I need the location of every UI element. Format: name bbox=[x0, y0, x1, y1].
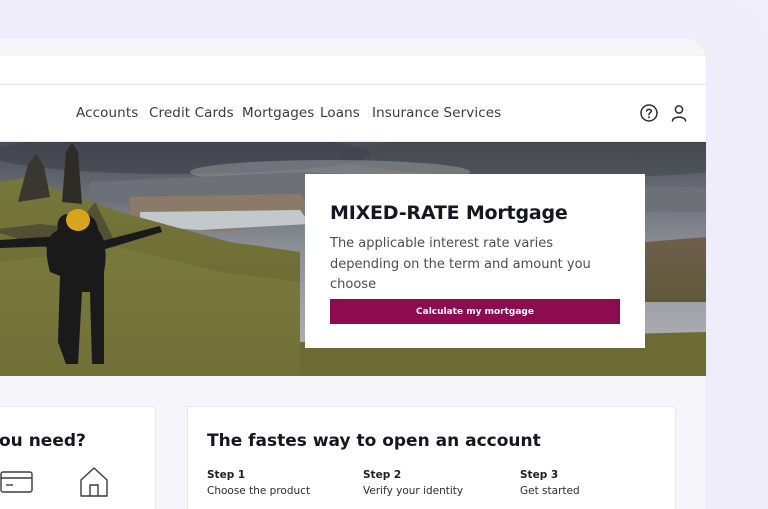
hero-banner: MIXED-RATE Mortgage The applicable inter… bbox=[0, 142, 706, 376]
user-icon[interactable] bbox=[669, 103, 689, 123]
browser-window: Accounts Credit Cards Mortgages Loans In… bbox=[0, 38, 706, 509]
step-2-label: Step 2 bbox=[363, 469, 402, 481]
nav-item-mortgages[interactable]: Mortgages bbox=[242, 105, 314, 121]
credit-card-icon[interactable] bbox=[0, 469, 35, 500]
nav-item-credit-cards[interactable]: Credit Cards bbox=[149, 105, 234, 121]
content-area: ou need? The fastes way to open an accou… bbox=[0, 376, 706, 509]
hero-card: MIXED-RATE Mortgage The applicable inter… bbox=[305, 174, 645, 348]
nav-item-insurance-services[interactable]: Insurance Services bbox=[372, 105, 501, 121]
hero-description: The applicable interest rate varies depe… bbox=[330, 236, 591, 292]
step-1-text: Choose the product bbox=[207, 485, 311, 497]
browser-toolbar bbox=[0, 38, 706, 85]
open-account-title: The fastes way to open an account bbox=[207, 431, 541, 451]
product-picker-title: ou need? bbox=[0, 431, 86, 451]
nav-item-accounts[interactable]: Accounts bbox=[76, 105, 138, 121]
hero-title: MIXED-RATE Mortgage bbox=[330, 202, 568, 224]
open-account-card: The fastes way to open an account Step 1… bbox=[187, 406, 676, 509]
nav-item-loans[interactable]: Loans bbox=[320, 105, 360, 121]
home-icon[interactable] bbox=[77, 465, 111, 504]
step-3-text: Get started bbox=[520, 485, 580, 497]
calculate-mortgage-button[interactable]: Calculate my mortgage bbox=[330, 299, 620, 324]
product-picker-card: ou need? bbox=[0, 406, 156, 509]
help-icon[interactable] bbox=[639, 103, 659, 123]
step-3-label: Step 3 bbox=[520, 469, 559, 481]
main-navigation: Accounts Credit Cards Mortgages Loans In… bbox=[0, 85, 706, 142]
step-2-text: Verify your identity bbox=[363, 485, 464, 497]
address-strip bbox=[0, 56, 706, 84]
step-1-label: Step 1 bbox=[207, 469, 246, 481]
